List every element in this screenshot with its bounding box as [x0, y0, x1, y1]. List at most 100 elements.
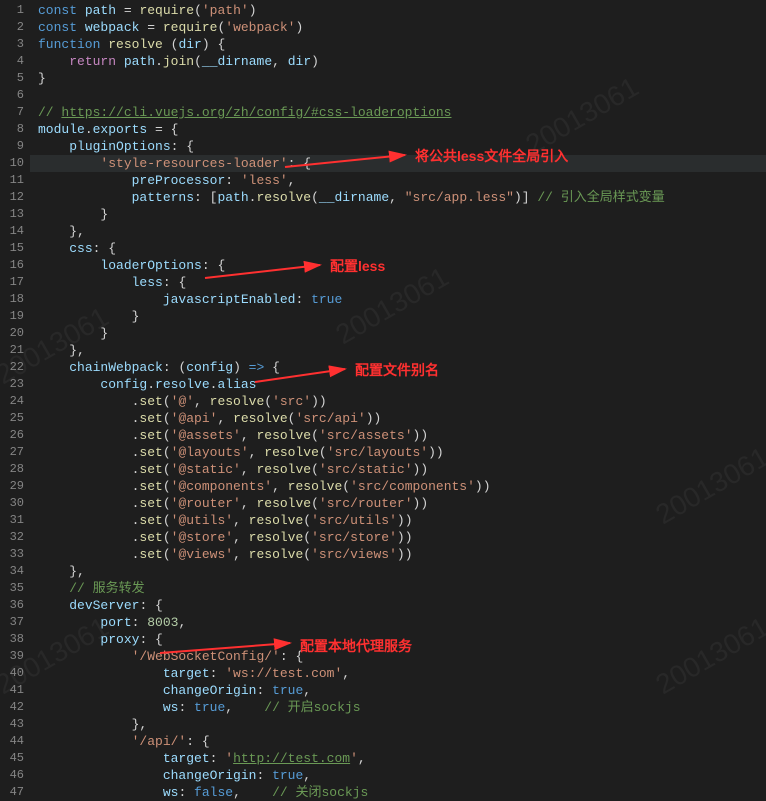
token-fn: set: [139, 462, 162, 477]
code-line[interactable]: .set('@api', resolve('src/api')): [30, 410, 766, 427]
token-pn: [77, 3, 85, 18]
line-number: 23: [0, 376, 24, 393]
code-line[interactable]: function resolve (dir) {: [30, 36, 766, 53]
token-fn: resolve: [233, 411, 288, 426]
token-str: 'ws://test.com': [225, 666, 342, 681]
code-line[interactable]: chainWebpack: (config) => {: [30, 359, 766, 376]
code-line[interactable]: loaderOptions: {: [30, 257, 766, 274]
token-fn: require: [163, 20, 218, 35]
token-pn: (: [319, 445, 327, 460]
line-number: 40: [0, 665, 24, 682]
code-line[interactable]: config.resolve.alias: [30, 376, 766, 393]
token-pn: ,: [233, 547, 249, 562]
token-var: __dirname: [202, 54, 272, 69]
code-line[interactable]: target: 'http://test.com',: [30, 750, 766, 767]
code-line[interactable]: }: [30, 206, 766, 223]
token-str: '@utils': [171, 513, 233, 528]
token-pn: )): [397, 513, 413, 528]
code-line[interactable]: .set('@utils', resolve('src/utils')): [30, 512, 766, 529]
code-line[interactable]: '/api/': {: [30, 733, 766, 750]
code-line[interactable]: .set('@store', resolve('src/store')): [30, 529, 766, 546]
line-number: 11: [0, 172, 24, 189]
token-str: 'src/assets': [319, 428, 413, 443]
token-pn: :: [132, 615, 148, 630]
code-line[interactable]: }: [30, 70, 766, 87]
token-pn: ,: [241, 496, 257, 511]
line-number: 34: [0, 563, 24, 580]
token-pn: ,: [233, 785, 272, 800]
token-pn: [38, 377, 100, 392]
token-prop: less: [132, 275, 163, 290]
code-line[interactable]: patterns: [path.resolve(__dirname, "src/…: [30, 189, 766, 206]
code-line[interactable]: .set('@static', resolve('src/static')): [30, 461, 766, 478]
token-pn: ,: [241, 428, 257, 443]
token-pn: .: [38, 394, 139, 409]
token-pn: : {: [288, 156, 311, 171]
token-pn: ,: [233, 530, 249, 545]
token-pn: [38, 615, 100, 630]
token-pn: .: [38, 547, 139, 562]
code-editor[interactable]: 1234567891011121314151617181920212223242…: [0, 0, 766, 800]
code-line[interactable]: ws: true, // 开启sockjs: [30, 699, 766, 716]
code-area[interactable]: const path = require('path')const webpac…: [30, 0, 766, 800]
code-line[interactable]: css: {: [30, 240, 766, 257]
code-line[interactable]: preProcessor: 'less',: [30, 172, 766, 189]
code-line[interactable]: target: 'ws://test.com',: [30, 665, 766, 682]
token-fn: set: [139, 411, 162, 426]
token-pn: (: [311, 190, 319, 205]
code-line[interactable]: port: 8003,: [30, 614, 766, 631]
code-line[interactable]: javascriptEnabled: true: [30, 291, 766, 308]
code-line[interactable]: changeOrigin: true,: [30, 682, 766, 699]
token-pn: [38, 598, 69, 613]
code-line[interactable]: .set('@assets', resolve('src/assets')): [30, 427, 766, 444]
code-line[interactable]: .set('@router', resolve('src/router')): [30, 495, 766, 512]
code-line[interactable]: const path = require('path'): [30, 2, 766, 19]
line-number: 32: [0, 529, 24, 546]
line-number: 6: [0, 87, 24, 104]
token-pn: ,: [288, 173, 296, 188]
line-number: 38: [0, 631, 24, 648]
token-prop: port: [100, 615, 131, 630]
code-line[interactable]: devServer: {: [30, 597, 766, 614]
code-line[interactable]: .set('@components', resolve('src/compone…: [30, 478, 766, 495]
code-line[interactable]: '/WebSocketConfig/': {: [30, 648, 766, 665]
code-line[interactable]: .set('@layouts', resolve('src/layouts')): [30, 444, 766, 461]
code-line[interactable]: 'style-resources-loader': {: [30, 155, 766, 172]
token-fn: set: [139, 496, 162, 511]
code-line[interactable]: }: [30, 308, 766, 325]
line-number: 16: [0, 257, 24, 274]
token-pn: .: [38, 496, 139, 511]
code-line[interactable]: // https://cli.vuejs.org/zh/config/#css-…: [30, 104, 766, 121]
token-link: https://cli.vuejs.org/zh/config/#css-loa…: [61, 105, 451, 120]
token-str: 'src/utils': [311, 513, 397, 528]
code-line[interactable]: .set('@views', resolve('src/views')): [30, 546, 766, 563]
line-number: 43: [0, 716, 24, 733]
code-line[interactable]: const webpack = require('webpack'): [30, 19, 766, 36]
code-line[interactable]: .set('@', resolve('src')): [30, 393, 766, 410]
code-line[interactable]: return path.join(__dirname, dir): [30, 53, 766, 70]
token-pn: : {: [139, 598, 162, 613]
code-line[interactable]: less: {: [30, 274, 766, 291]
code-line[interactable]: },: [30, 716, 766, 733]
token-pn: [38, 360, 69, 375]
token-pn: (: [194, 54, 202, 69]
token-prop: changeOrigin: [163, 683, 257, 698]
token-fn: resolve: [210, 394, 265, 409]
token-pn: :: [225, 173, 241, 188]
code-line[interactable]: },: [30, 223, 766, 240]
token-pn: )): [413, 428, 429, 443]
code-line[interactable]: }: [30, 325, 766, 342]
code-line[interactable]: pluginOptions: {: [30, 138, 766, 155]
code-line[interactable]: },: [30, 563, 766, 580]
code-line[interactable]: },: [30, 342, 766, 359]
code-line[interactable]: [30, 87, 766, 104]
token-fn: set: [139, 428, 162, 443]
code-line[interactable]: changeOrigin: true,: [30, 767, 766, 784]
code-line[interactable]: proxy: {: [30, 631, 766, 648]
token-pn: (: [311, 428, 319, 443]
line-number: 31: [0, 512, 24, 529]
token-var: webpack: [85, 20, 140, 35]
code-line[interactable]: ws: false, // 关闭sockjs: [30, 784, 766, 801]
code-line[interactable]: // 服务转发: [30, 580, 766, 597]
code-line[interactable]: module.exports = {: [30, 121, 766, 138]
